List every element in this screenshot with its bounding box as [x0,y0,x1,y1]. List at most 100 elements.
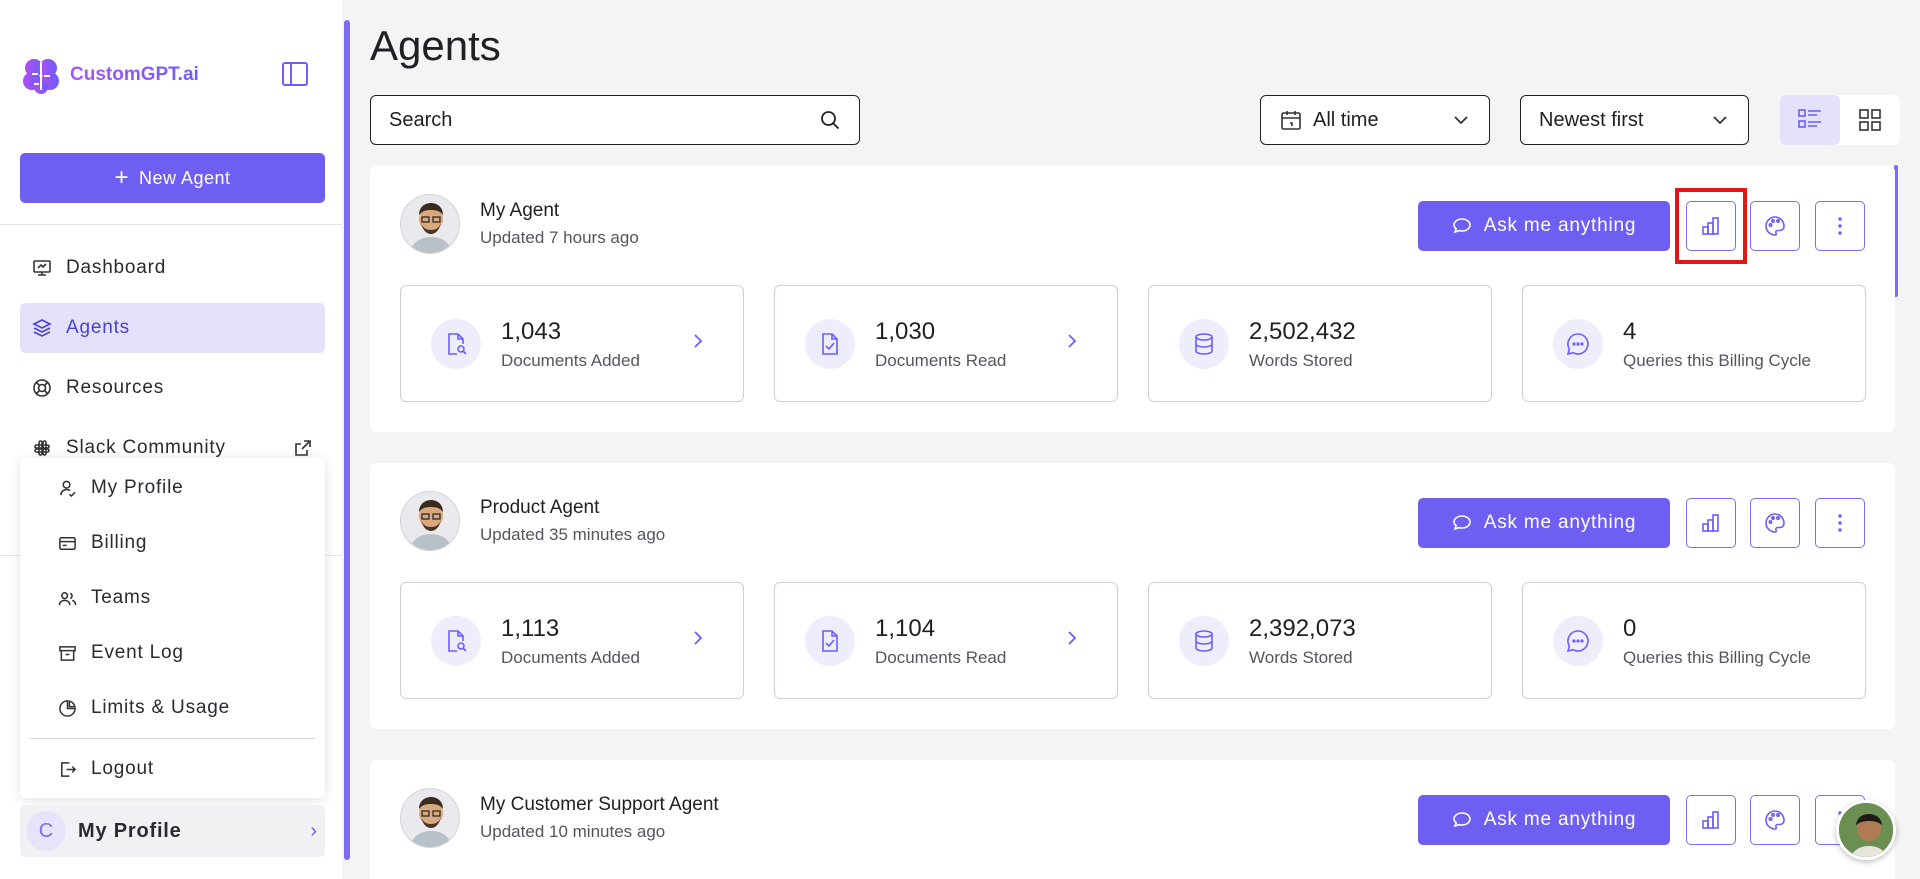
team-icon [58,591,77,605]
search-input[interactable] [389,108,819,132]
highlight-box [1675,188,1747,264]
page-title: Agents [370,22,501,69]
more-vertical-icon [1838,514,1842,532]
agent-avatar [400,788,460,848]
menu-item-event-log[interactable]: Event Log [20,631,325,675]
stat-label: Words Stored [1249,648,1353,667]
brand-logo[interactable]: CustomGPT.ai [20,54,199,96]
list-view-button[interactable] [1780,95,1840,145]
sidebar-item-label: Agents [66,317,130,338]
search-box [370,95,860,145]
stat-documents-added[interactable]: 1,043 Documents Added [400,285,744,402]
database-icon [1179,319,1229,369]
divider [0,224,342,225]
more-options-button[interactable] [1815,201,1865,251]
stat-label: Documents Read [875,648,1007,667]
menu-item-label: Teams [91,587,151,608]
stat-queries: 4 Queries this Billing Cycle [1522,285,1866,402]
bar-chart-icon [1702,514,1719,532]
agent-card: Product Agent Updated 35 minutes ago Ask… [370,463,1895,729]
stat-label: Documents Read [875,351,1007,370]
agent-card: My Agent Updated 7 hours ago Ask me anyt… [370,166,1895,432]
analytics-button[interactable] [1686,795,1736,845]
external-link-icon [295,440,311,456]
profile-switcher[interactable]: C My Profile › [20,805,325,857]
archive-icon [59,645,76,661]
person-avatar-icon [409,203,453,253]
stat-value: 4 [1623,318,1637,345]
calendar-icon [1281,111,1301,130]
agent-name[interactable]: My Agent [480,200,559,222]
chat-icon [1452,218,1471,234]
sidebar-item-agents[interactable]: Agents [20,303,325,353]
stat-words-stored: 2,502,432 Words Stored [1148,285,1492,402]
stat-documents-read[interactable]: 1,030 Documents Read [774,285,1118,402]
agent-avatar [400,194,460,254]
dashboard-icon [33,260,51,276]
ask-me-anything-button[interactable]: Ask me anything [1418,201,1670,251]
stat-value: 1,113 [501,615,560,642]
menu-item-label: Event Log [91,642,184,663]
stat-value: 1,043 [501,318,562,345]
chevron-right-icon [694,631,703,645]
stat-value: 0 [1623,615,1637,642]
logout-icon [61,761,77,777]
design-button[interactable] [1750,201,1800,251]
stat-documents-added[interactable]: 1,113 Documents Added [400,582,744,699]
sidebar-item-label: Dashboard [66,257,167,278]
ask-me-anything-button[interactable]: Ask me anything [1418,498,1670,548]
support-chat-launcher[interactable] [1836,800,1896,860]
time-filter-dropdown[interactable]: All time [1260,95,1490,145]
new-agent-button[interactable]: + New Agent [20,153,325,203]
sidebar-item-dashboard[interactable]: Dashboard [20,243,325,293]
document-check-icon [805,319,855,369]
sidebar-item-label: Resources [66,377,165,398]
agent-name[interactable]: My Customer Support Agent [480,794,719,816]
sidebar-item-resources[interactable]: Resources [20,363,325,413]
menu-item-teams[interactable]: Teams [20,576,325,620]
menu-item-billing[interactable]: Billing [20,521,325,565]
sidebar-collapse-icon[interactable] [282,62,308,86]
ask-me-anything-button[interactable]: Ask me anything [1418,795,1670,845]
profile-menu: My Profile Billing Teams Event Log Limit… [20,458,325,798]
chevron-down-icon [1454,116,1468,125]
menu-item-logout[interactable]: Logout [20,747,325,791]
sort-dropdown[interactable]: Newest first [1520,95,1749,145]
plus-icon: + [114,164,129,191]
menu-item-my-profile[interactable]: My Profile [20,466,325,510]
more-vertical-icon [1838,217,1842,235]
sidebar-resize-handle[interactable] [344,20,350,860]
stat-label: Documents Added [501,648,640,667]
list-view-icon [1798,109,1821,128]
stat-documents-read[interactable]: 1,104 Documents Read [774,582,1118,699]
grid-view-button[interactable] [1840,95,1900,145]
stat-label: Documents Added [501,351,640,370]
stat-value: 2,502,432 [1249,318,1356,345]
avatar: C [26,811,66,851]
palette-icon [1765,513,1785,533]
view-toggle [1780,95,1900,145]
menu-item-limits-usage[interactable]: Limits & Usage [20,686,325,730]
document-search-icon [431,616,481,666]
sidebar-item-label: Slack Community [66,437,226,458]
ask-label: Ask me anything [1483,215,1637,236]
user-icon [60,480,76,497]
slack-icon [34,440,50,456]
brain-logo-icon [23,59,59,94]
agent-name[interactable]: Product Agent [480,497,599,519]
analytics-button[interactable] [1686,498,1736,548]
stat-label: Queries this Billing Cycle [1623,351,1812,370]
brand-name: CustomGPT.ai [70,64,199,85]
agent-updated: Updated 35 minutes ago [480,525,666,544]
more-options-button[interactable] [1815,498,1865,548]
chevron-right-icon [1068,631,1077,645]
chat-dots-icon [1553,616,1603,666]
sidebar: CustomGPT.ai + New Agent Dashboard Agent… [0,0,342,879]
grid-view-icon [1859,109,1881,131]
design-button[interactable] [1750,498,1800,548]
design-button[interactable] [1750,795,1800,845]
stat-queries: 0 Queries this Billing Cycle [1522,582,1866,699]
search-icon[interactable] [819,109,841,131]
new-agent-label: New Agent [138,167,231,188]
chat-icon [1452,515,1471,531]
